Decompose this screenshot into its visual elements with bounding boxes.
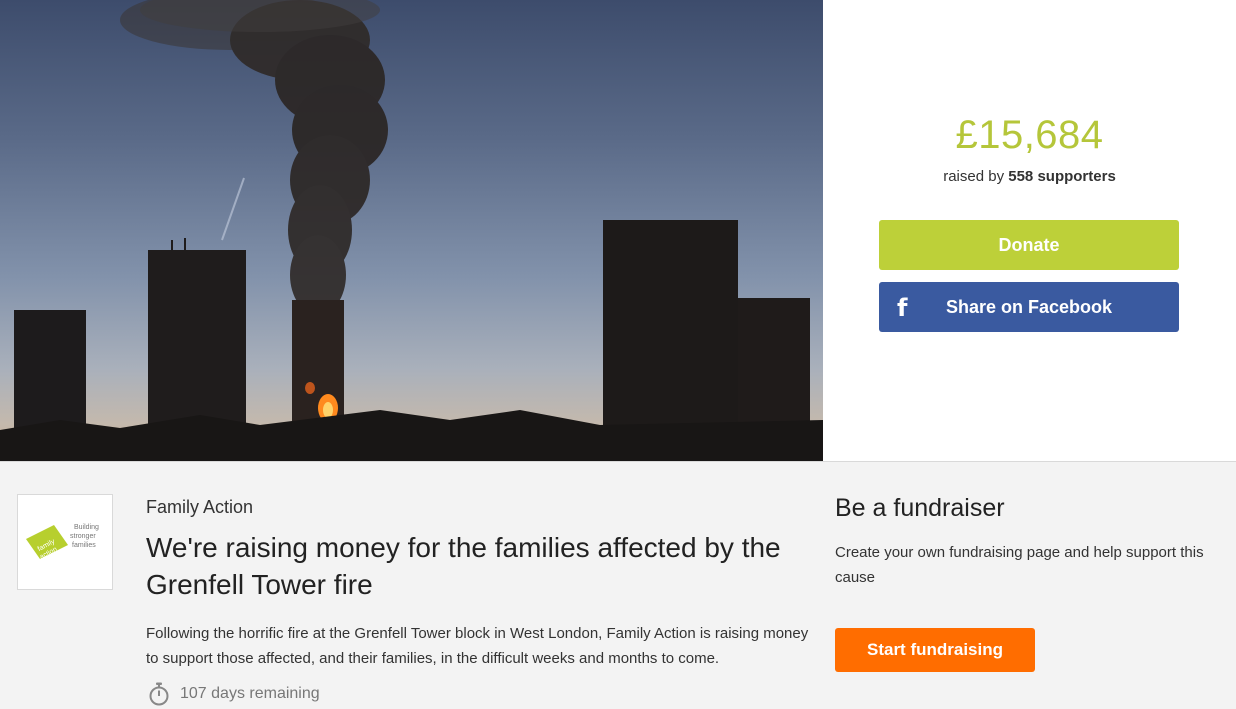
donate-panel: £15,684 raised by 558 supporters Donate …	[823, 0, 1236, 461]
donate-button[interactable]: Donate	[879, 220, 1179, 270]
campaign-description: Following the horrific fire at the Grenf…	[146, 625, 809, 667]
share-facebook-button[interactable]: f Share on Facebook	[879, 282, 1179, 332]
svg-text:Building: Building	[74, 524, 99, 531]
svg-text:families: families	[72, 542, 96, 549]
days-remaining: 107 days remaining	[148, 682, 320, 706]
start-fundraising-label: Start fundraising	[866, 640, 1003, 659]
facebook-icon: f	[897, 294, 908, 322]
family-action-logo-icon: family action Building stronger families	[26, 524, 99, 561]
section-divider	[0, 461, 1236, 462]
page-title: We're raising money for the families aff…	[146, 532, 781, 600]
charity-logo[interactable]: family action Building stronger families	[17, 494, 113, 590]
hero-image	[0, 0, 823, 461]
charity-name[interactable]: Family Action	[146, 497, 253, 518]
fundraiser-text: Create your own fundraising page and hel…	[835, 544, 1204, 586]
amount-raised: £15,684	[955, 113, 1104, 157]
start-fundraising-button[interactable]: Start fundraising	[835, 628, 1035, 672]
fundraiser-title: Be a fundraiser	[835, 494, 1005, 522]
donate-button-label: Donate	[998, 234, 1060, 255]
days-remaining-text: 107 days remaining	[180, 685, 320, 702]
stopwatch-icon	[149, 682, 169, 706]
share-facebook-label: Share on Facebook	[945, 296, 1113, 317]
supporters-count: 558 supporters	[1008, 168, 1116, 185]
tower-fire-photo	[0, 0, 823, 461]
raised-by-text: raised by 558 supporters	[823, 168, 1236, 185]
raised-prefix: raised by	[943, 168, 1009, 185]
svg-text:stronger: stronger	[70, 533, 96, 540]
